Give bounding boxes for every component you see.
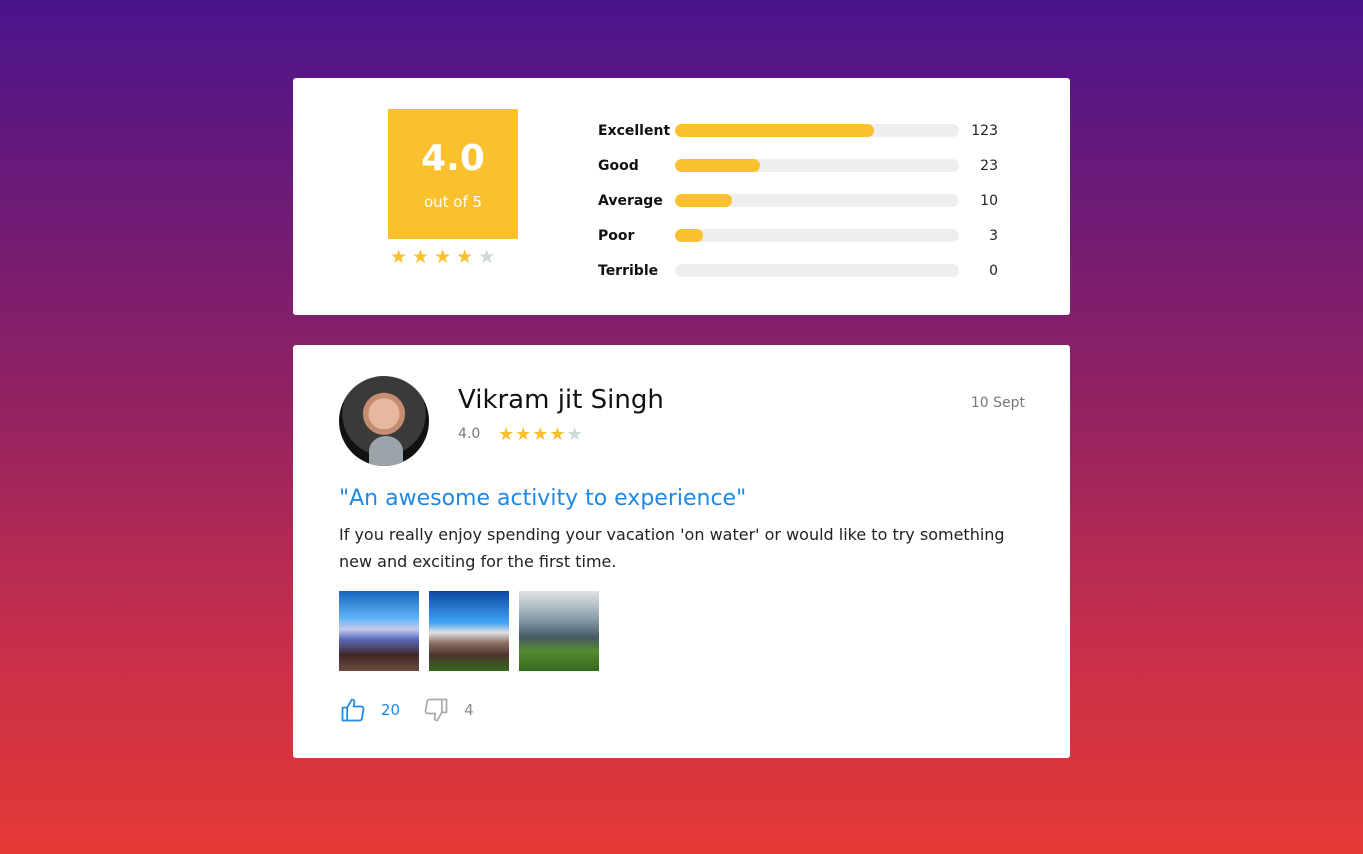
reviewer-name: Vikram jit Singh [458,385,664,415]
thumbs-up-icon [341,698,365,722]
thumbs-down-icon [424,698,448,722]
distribution-bar [675,124,959,137]
distribution-row-average: Average 10 [598,183,998,218]
review-photos [339,591,599,671]
distribution-bar-fill [675,194,732,207]
distribution-count: 123 [971,122,998,139]
distribution-bar [675,194,959,207]
review-date: 10 Sept [970,395,1025,411]
overall-stars: ★ ★ ★ ★ ★ [388,246,518,268]
distribution-count: 23 [980,157,998,174]
dislike-count: 4 [464,701,474,719]
overall-score-subtitle: out of 5 [423,193,483,211]
star-icon: ★ [478,246,496,268]
distribution-row-good: Good 23 [598,148,998,183]
distribution-bar [675,264,959,277]
like-button[interactable]: 20 [339,696,400,724]
overall-score: 4.0 [421,138,485,179]
distribution-label: Good [598,157,639,174]
distribution-count: 10 [980,192,998,209]
review-votes: 20 4 [339,696,496,724]
distribution-row-poor: Poor 3 [598,218,998,253]
review-photo[interactable] [339,591,419,671]
star-icon: ★ [434,246,452,268]
star-icon: ★ [566,424,583,445]
distribution-label: Average [598,192,663,209]
distribution-count: 0 [989,262,998,279]
distribution-bar-fill [675,124,874,137]
rating-summary-card: 4.0 out of 5 ★ ★ ★ ★ ★ Excellent 123 Goo… [293,78,1070,315]
star-icon: ★ [456,246,474,268]
distribution-count: 3 [989,227,998,244]
star-icon: ★ [549,424,566,445]
avatar [339,376,429,466]
star-icon: ★ [515,424,532,445]
star-icon: ★ [498,424,515,445]
distribution-bar-fill [675,229,704,242]
distribution-label: Excellent [598,122,671,139]
star-icon: ★ [412,246,430,268]
review-title: "An awesome activity to experience" [339,486,747,511]
review-photo[interactable] [429,591,509,671]
reviewer-stars: ★ ★ ★ ★ ★ [498,424,583,446]
review-photo[interactable] [519,591,599,671]
distribution-bar-fill [675,159,761,172]
like-count: 20 [381,701,401,719]
dislike-button[interactable]: 4 [422,696,474,724]
distribution-label: Poor [598,227,635,244]
distribution-row-excellent: Excellent 123 [598,113,998,148]
distribution-row-terrible: Terrible 0 [598,253,998,288]
distribution-label: Terrible [598,262,659,279]
reviewer-rating: 4.0 [458,426,481,442]
star-icon: ★ [390,246,408,268]
distribution-bar [675,229,959,242]
rating-distribution: Excellent 123 Good 23 Average 10 Poor 3 … [598,113,998,288]
overall-score-box: 4.0 out of 5 [388,109,518,239]
distribution-bar [675,159,959,172]
review-body: If you really enjoy spending your vacati… [339,525,1005,571]
review-card: Vikram jit Singh 4.0 ★ ★ ★ ★ ★ 10 Sept "… [293,345,1070,758]
star-icon: ★ [532,424,549,445]
